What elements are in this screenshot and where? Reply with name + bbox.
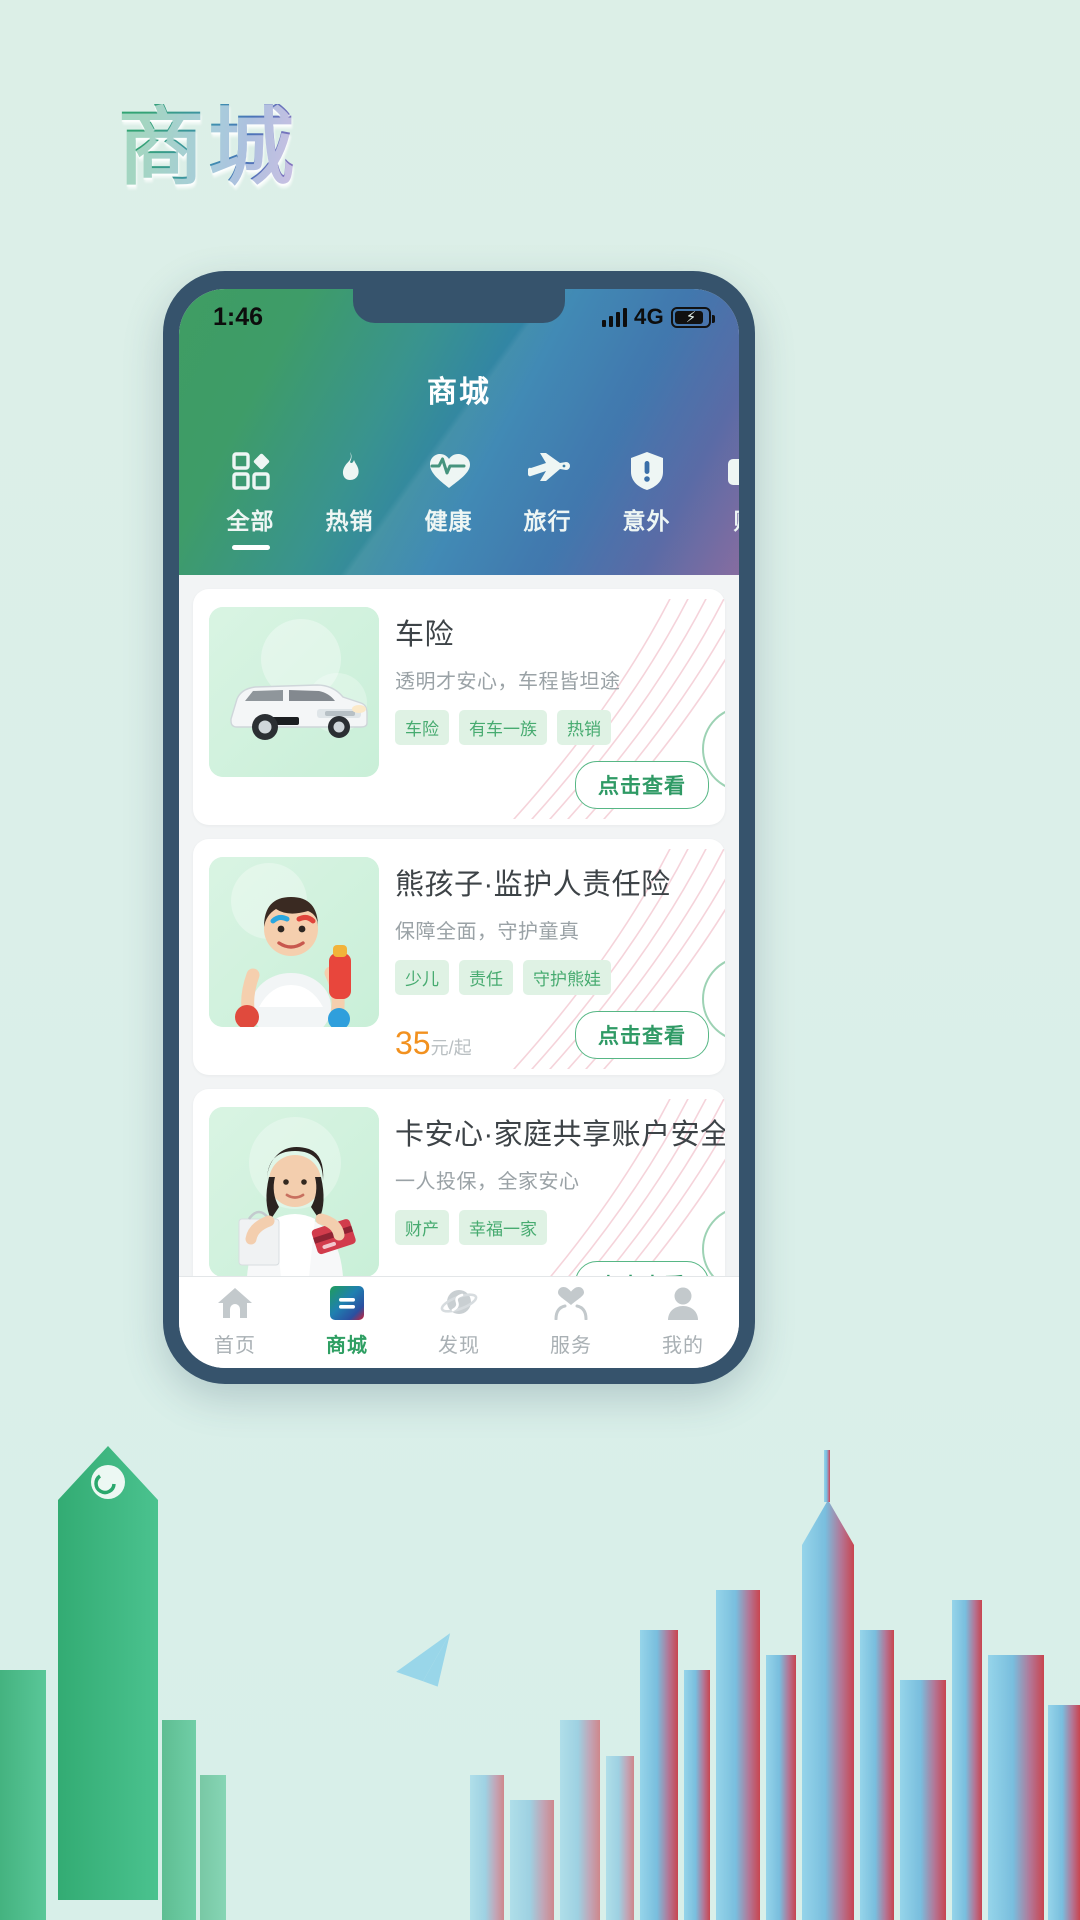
network-type-label: 4G (634, 304, 664, 329)
category-tab-label: 健康 (424, 508, 473, 534)
category-tab-accident[interactable]: 意外 (597, 449, 696, 550)
person-icon (666, 1283, 700, 1323)
price-unit: 元/起 (430, 1038, 472, 1058)
category-tab-label: 财 (734, 502, 740, 536)
active-indicator (727, 545, 740, 550)
tab-label: 服务 (550, 1335, 592, 1357)
tab-service[interactable]: 服务 (515, 1283, 627, 1358)
product-thumbnail (209, 607, 379, 777)
product-tags: 少儿 责任 守护熊娃 (395, 960, 709, 995)
signal-bars-icon (601, 307, 628, 327)
product-title: 熊孩子·监护人责任险 (395, 869, 671, 901)
store-icon (330, 1283, 364, 1323)
hands-heart-icon (552, 1283, 590, 1323)
category-tab-label: 意外 (622, 508, 671, 534)
category-tab-all[interactable]: 全部 (201, 449, 300, 550)
product-subtitle: 透明才安心，车程皆坦途 (395, 671, 621, 693)
product-action-row: 36元/起 点击查看 (395, 1261, 709, 1276)
product-info: 熊孩子·监护人责任险 保障全面，守护童真 少儿 责任 守护熊娃 35元/起 点击… (395, 857, 709, 1059)
planet-icon (440, 1283, 478, 1323)
tab-label: 发现 (438, 1335, 480, 1357)
product-card[interactable]: 卡安心·家庭共享账户安全 一人投保，全家安心 财产 幸福一家 36元/起 点击查… (193, 1089, 725, 1276)
page-title: 商城 (118, 99, 298, 195)
category-tab-label: 热销 (325, 508, 374, 534)
product-subtitle: 保障全面，守护童真 (395, 921, 580, 943)
product-tag: 车险 (395, 710, 449, 745)
tab-label: 首页 (214, 1335, 256, 1357)
product-tag: 热销 (557, 710, 611, 745)
status-time: 1:46 (213, 302, 264, 331)
product-action-row: 点击查看 (395, 761, 709, 809)
grid-icon (231, 449, 271, 493)
bottom-tab-bar: 首页 商城 发现 服务 我的 (179, 1276, 739, 1368)
wallet-icon (726, 449, 739, 493)
product-card[interactable]: 车险 透明才安心，车程皆坦途 车险 有车一族 热销 点击查看 (193, 589, 725, 825)
active-indicator (231, 545, 270, 550)
product-title: 卡安心·家庭共享账户安全 (395, 1119, 725, 1151)
product-list[interactable]: 车险 透明才安心，车程皆坦途 车险 有车一族 热销 点击查看 熊孩子·监护人责任… (179, 575, 739, 1276)
phone-screen: 1:46 4G ⚡ 商城 全部 热销 健康 旅行 意外 车险 透明才安心，车程皆… (179, 289, 739, 1368)
category-tab-hot[interactable]: 热销 (300, 449, 399, 550)
header-title: 商城 (427, 376, 491, 409)
tab-label: 商城 (326, 1335, 368, 1357)
product-tags: 车险 有车一族 热销 (395, 710, 709, 745)
view-product-button[interactable]: 点击查看 (575, 761, 709, 809)
active-indicator (529, 545, 567, 550)
active-indicator (430, 545, 468, 550)
product-tags: 财产 幸福一家 (395, 1210, 709, 1245)
tab-store[interactable]: 商城 (291, 1283, 403, 1358)
flame-icon (332, 449, 368, 493)
view-product-button[interactable]: 点击查看 (575, 1261, 709, 1276)
product-card[interactable]: 熊孩子·监护人责任险 保障全面，守护童真 少儿 责任 守护熊娃 35元/起 点击… (193, 839, 725, 1075)
product-tag: 有车一族 (459, 710, 547, 745)
category-tabs: 全部 热销 健康 旅行 意外 (179, 449, 739, 550)
active-indicator (628, 545, 666, 550)
phone-notch (353, 289, 565, 323)
airplane-icon (526, 449, 570, 493)
category-tab-health[interactable]: 健康 (399, 449, 498, 550)
category-tab-wealth[interactable]: 财 (696, 449, 739, 550)
heart-pulse-icon (428, 449, 470, 493)
product-info: 车险 透明才安心，车程皆坦途 车险 有车一族 热销 点击查看 (395, 607, 709, 809)
active-indicator (331, 545, 369, 550)
tab-mine[interactable]: 我的 (627, 1283, 739, 1358)
product-price: 35元/起 (395, 1027, 472, 1059)
product-action-row: 35元/起 点击查看 (395, 1011, 709, 1059)
view-product-button[interactable]: 点击查看 (575, 1011, 709, 1059)
price-value: 36 (395, 1275, 431, 1276)
product-title: 车险 (395, 619, 455, 651)
product-tag: 少儿 (395, 960, 449, 995)
product-info: 卡安心·家庭共享账户安全 一人投保，全家安心 财产 幸福一家 36元/起 点击查… (395, 1107, 725, 1276)
product-tag: 幸福一家 (459, 1210, 547, 1245)
price-value: 35 (395, 1025, 431, 1061)
category-tab-label: 旅行 (523, 508, 572, 534)
product-thumbnail (209, 857, 379, 1027)
phone-frame: 1:46 4G ⚡ 商城 全部 热销 健康 旅行 意外 车险 透明才安心，车程皆… (163, 271, 755, 1384)
product-tag: 守护熊娃 (523, 960, 611, 995)
shield-alert-icon (630, 449, 664, 493)
tab-home[interactable]: 首页 (179, 1283, 291, 1358)
home-icon (217, 1283, 253, 1323)
tab-discover[interactable]: 发现 (403, 1283, 515, 1358)
tab-label: 我的 (662, 1335, 704, 1357)
product-thumbnail (209, 1107, 379, 1276)
product-subtitle: 一人投保，全家安心 (395, 1171, 580, 1193)
product-tag: 责任 (459, 960, 513, 995)
battery-charging-icon: ⚡ (671, 306, 715, 328)
product-tag: 财产 (395, 1210, 449, 1245)
category-tab-label: 全部 (226, 508, 275, 534)
category-tab-travel[interactable]: 旅行 (498, 449, 597, 550)
app-header: 1:46 4G ⚡ 商城 全部 热销 健康 旅行 意外 (179, 289, 739, 575)
